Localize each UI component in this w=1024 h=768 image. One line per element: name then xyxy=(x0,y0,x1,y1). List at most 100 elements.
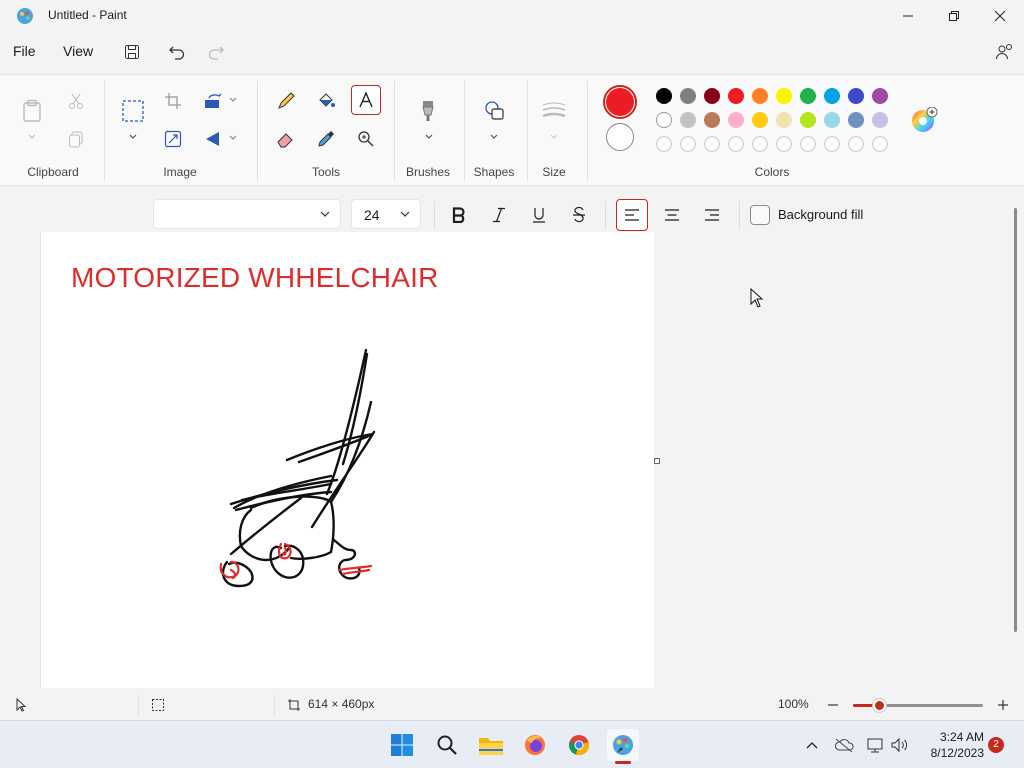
custom-color-slot[interactable] xyxy=(848,136,864,152)
zoom-in-icon[interactable] xyxy=(996,698,1010,712)
rotate-icon[interactable] xyxy=(199,87,227,115)
color-swatch[interactable] xyxy=(656,88,672,104)
custom-color-slot[interactable] xyxy=(800,136,816,152)
paint-taskbar-button[interactable] xyxy=(607,729,639,761)
start-button[interactable] xyxy=(386,729,418,761)
color-wheel-icon xyxy=(912,106,938,132)
zoom-percent[interactable]: 100% xyxy=(778,697,809,711)
color-swatch[interactable] xyxy=(656,112,672,128)
zoom-slider-thumb[interactable] xyxy=(873,699,886,712)
italic-button[interactable] xyxy=(483,199,515,231)
image-resize-icon[interactable] xyxy=(159,125,187,153)
text-tool-button[interactable] xyxy=(351,85,381,115)
color-swatch[interactable] xyxy=(680,112,696,128)
save-icon[interactable] xyxy=(120,40,144,64)
custom-color-slot[interactable] xyxy=(728,136,744,152)
canvas-resize-handle[interactable] xyxy=(654,458,660,464)
color-swatch[interactable] xyxy=(848,88,864,104)
zoom-out-icon[interactable] xyxy=(826,698,840,712)
size-icon[interactable] xyxy=(540,97,568,125)
color-swatch[interactable] xyxy=(872,112,888,128)
color-swatch[interactable] xyxy=(824,88,840,104)
toolbar-separator xyxy=(605,201,606,229)
align-right-button[interactable] xyxy=(696,199,728,231)
clock-time: 3:24 AM xyxy=(939,730,984,744)
custom-color-slot[interactable] xyxy=(656,136,672,152)
edit-colors-button[interactable] xyxy=(910,106,938,135)
redo-icon[interactable] xyxy=(204,40,228,64)
chrome-button[interactable] xyxy=(563,729,595,761)
font-size-dropdown[interactable]: 24 xyxy=(351,199,421,229)
custom-color-slot[interactable] xyxy=(824,136,840,152)
copy-icon[interactable] xyxy=(62,125,90,153)
align-center-button[interactable] xyxy=(656,199,688,231)
minimize-button[interactable] xyxy=(885,0,931,32)
eraser-icon[interactable] xyxy=(272,125,300,153)
select-icon[interactable] xyxy=(119,97,147,125)
rotate-chevron-icon[interactable] xyxy=(228,96,238,104)
flip-icon[interactable] xyxy=(199,125,227,153)
color-swatch[interactable] xyxy=(704,112,720,128)
strikethrough-button[interactable] xyxy=(563,199,595,231)
custom-color-slot[interactable] xyxy=(872,136,888,152)
menu-view[interactable]: View xyxy=(63,43,93,59)
volume-tray-button[interactable] xyxy=(890,735,910,755)
onedrive-tray-button[interactable] xyxy=(834,735,854,755)
pencil-icon[interactable] xyxy=(272,87,300,115)
close-button[interactable] xyxy=(977,0,1023,32)
color-picker-icon[interactable] xyxy=(312,125,340,153)
custom-color-slot[interactable] xyxy=(776,136,792,152)
firefox-button[interactable] xyxy=(519,729,551,761)
underline-button[interactable] xyxy=(523,199,555,231)
color-swatch[interactable] xyxy=(776,112,792,128)
zoom-slider[interactable] xyxy=(853,699,983,712)
secondary-color-swatch[interactable] xyxy=(606,123,634,151)
color-swatch[interactable] xyxy=(728,88,744,104)
custom-color-slot[interactable] xyxy=(752,136,768,152)
color-swatch[interactable] xyxy=(824,112,840,128)
search-button[interactable] xyxy=(431,729,463,761)
cut-icon[interactable] xyxy=(62,87,90,115)
custom-color-slot[interactable] xyxy=(680,136,696,152)
color-swatch[interactable] xyxy=(680,88,696,104)
color-swatch[interactable] xyxy=(848,112,864,128)
menu-file[interactable]: File xyxy=(13,43,36,59)
brushes-chevron-icon[interactable] xyxy=(424,133,434,141)
brush-icon[interactable] xyxy=(414,97,442,125)
notification-badge[interactable]: 2 xyxy=(988,737,1004,753)
restore-button[interactable] xyxy=(931,0,977,32)
magnifier-icon[interactable] xyxy=(352,125,380,153)
undo-icon[interactable] xyxy=(165,40,189,64)
flip-chevron-icon[interactable] xyxy=(228,134,238,142)
color-swatch[interactable] xyxy=(800,88,816,104)
color-swatch[interactable] xyxy=(800,112,816,128)
size-chevron-icon[interactable] xyxy=(549,133,559,141)
background-fill-checkbox[interactable] xyxy=(750,205,770,225)
color-swatch[interactable] xyxy=(704,88,720,104)
account-icon[interactable] xyxy=(992,40,1016,64)
file-explorer-button[interactable] xyxy=(475,729,507,761)
drawing-canvas[interactable]: MOTORIZED WHHELCHAIR xyxy=(40,232,654,688)
custom-color-slot[interactable] xyxy=(704,136,720,152)
font-family-dropdown[interactable] xyxy=(153,199,341,229)
color-swatch[interactable] xyxy=(872,88,888,104)
system-clock[interactable]: 3:24 AM 8/12/2023 xyxy=(918,729,984,761)
color-swatch[interactable] xyxy=(728,112,744,128)
pointer-position-icon xyxy=(16,698,27,712)
fill-bucket-icon[interactable] xyxy=(312,87,340,115)
align-left-button[interactable] xyxy=(616,199,648,231)
paste-chevron-icon[interactable] xyxy=(27,133,37,141)
primary-color-button[interactable] xyxy=(603,85,637,119)
color-swatch[interactable] xyxy=(776,88,792,104)
network-tray-button[interactable] xyxy=(866,735,886,755)
select-chevron-icon[interactable] xyxy=(128,133,138,141)
color-swatch[interactable] xyxy=(752,112,768,128)
shapes-icon[interactable] xyxy=(480,97,508,125)
paste-icon[interactable] xyxy=(18,97,46,125)
vertical-scrollbar[interactable] xyxy=(1014,208,1017,632)
show-hidden-icons-button[interactable] xyxy=(802,735,822,755)
crop-icon[interactable] xyxy=(159,87,187,115)
color-swatch[interactable] xyxy=(752,88,768,104)
bold-button[interactable] xyxy=(443,199,475,231)
shapes-chevron-icon[interactable] xyxy=(489,133,499,141)
